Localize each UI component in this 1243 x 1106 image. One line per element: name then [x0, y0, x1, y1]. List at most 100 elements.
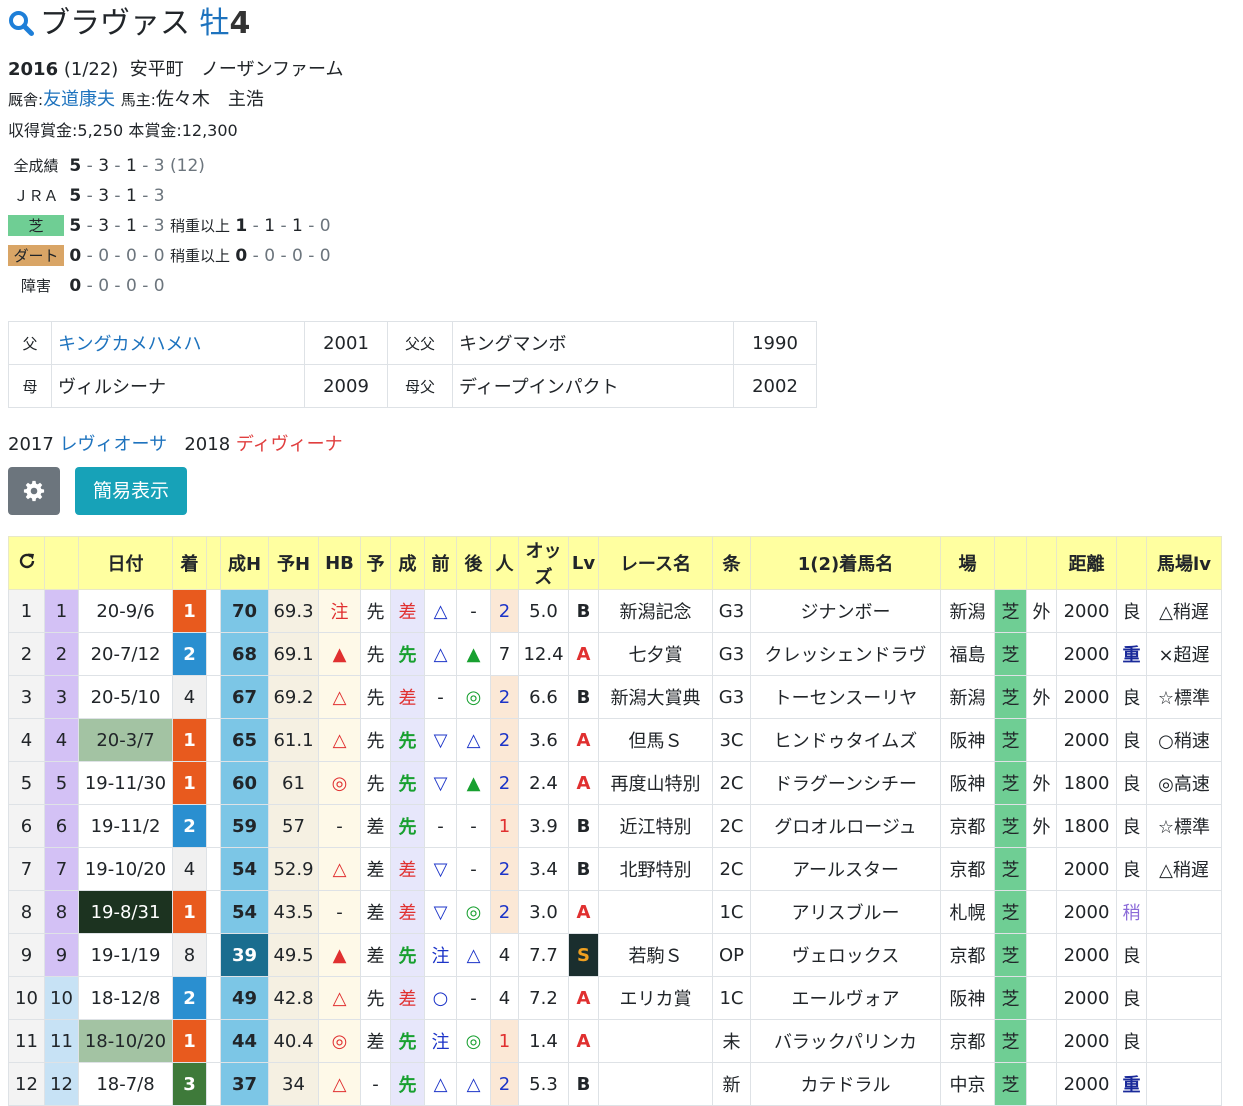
race-date[interactable]: 20-9/6 [78, 589, 173, 633]
predicted-rating: 52.9 [268, 847, 319, 891]
race-date[interactable]: 19-8/31 [78, 890, 173, 934]
col-header-hb[interactable]: HB [318, 536, 361, 590]
track-condition: 良 [1116, 761, 1147, 805]
col-header-date[interactable]: 日付 [78, 536, 173, 590]
table-row[interactable]: 12 12 18-7/8 3 37 34 △ - 先 △ △ 2 5.3 B 新カテドラル 中京芝 2000 重 [8, 1062, 1222, 1106]
finish-rank: 1 [172, 890, 207, 934]
sire-link[interactable]: キングカメハメハ [51, 321, 305, 365]
back-mark: - [456, 589, 491, 633]
surface: 芝 [994, 761, 1027, 805]
race-name[interactable] [598, 890, 713, 934]
table-row[interactable]: 10 10 18-12/8 2 49 42.8 △ 先差 ○ -4 7.2 A エリカ賞 1C エールヴォア… [8, 976, 1222, 1020]
col-header-sei[interactable]: 成 [390, 536, 425, 590]
refresh-header[interactable] [8, 536, 45, 590]
race-level: A [568, 718, 599, 762]
winner-name[interactable]: アールスター [750, 847, 941, 891]
race-date[interactable]: 19-11/2 [78, 804, 173, 848]
winner-name[interactable]: バラックパリンカ [750, 1019, 941, 1063]
race-date[interactable]: 19-10/20 [78, 847, 173, 891]
col-header-track-lv[interactable]: 馬場lv [1146, 536, 1222, 590]
front-mark: △ [424, 1062, 457, 1106]
actual-style: 先 [390, 1062, 425, 1106]
col-header-rank[interactable]: 着 [172, 536, 207, 590]
winner-name[interactable]: ヒンドゥタイムズ [750, 718, 941, 762]
race-date[interactable]: 18-7/8 [78, 1062, 173, 1106]
col-header-odds[interactable]: オッズ [518, 536, 569, 590]
offspring-link[interactable]: ディヴィーナ [236, 434, 343, 455]
race-name[interactable]: 新潟大賞典 [598, 675, 713, 719]
front-mark: △ [424, 632, 457, 676]
winner-name[interactable]: カテドラル [750, 1062, 941, 1106]
table-row[interactable]: 2 2 20-7/12 2 68 69.1 ▲ 先先 △ ▲ 7 12.4 A 七夕賞 G3 クレッシェンドラ… [8, 632, 1222, 676]
col-header-winner[interactable]: 1(2)着馬名 [750, 536, 941, 590]
col-header-ato[interactable]: 後 [456, 536, 491, 590]
racecourse: 阪神 [940, 718, 995, 762]
race-name[interactable] [598, 1019, 713, 1063]
race-name[interactable]: 北野特別 [598, 847, 713, 891]
table-row[interactable]: 9 9 19-1/19 8 39 49.5 ▲ 差先注 △ 4 7.7 S 若駒Ｓ OP ヴェロックス 京都芝… [8, 933, 1222, 977]
table-row[interactable]: 5 5 19-11/30 1 60 61 ◎ 先先 ▽ ▲ 2 2.4 A 再度山特別 2C ドラグーンシチー… [8, 761, 1222, 805]
trainer-link[interactable]: 友道康夫 [43, 89, 115, 110]
col-header-mae[interactable]: 前 [424, 536, 457, 590]
winner-name[interactable]: エールヴォア [750, 976, 941, 1020]
race-name[interactable]: 新潟記念 [598, 589, 713, 633]
race-date[interactable]: 18-12/8 [78, 976, 173, 1020]
col-header-seiH[interactable]: 成H [220, 536, 269, 590]
table-row[interactable]: 11 11 18-10/20 1 44 40.4 ◎ 差先注 ◎ 1 1.4 A 未バラックパリンカ 京都… [8, 1019, 1222, 1063]
finish-rank: 8 [172, 933, 207, 977]
table-row[interactable]: 7 7 19-10/20 4 54 52.9 △ 差差 ▽ -2 3.4 B 北野特別 2C アールスター京… [8, 847, 1222, 891]
front-mark: ▽ [424, 718, 457, 762]
race-date[interactable]: 19-1/19 [78, 933, 173, 977]
col-header-lv[interactable]: Lv [568, 536, 599, 590]
dam-sire: ディープインパクト [452, 364, 734, 408]
table-row[interactable]: 6 6 19-11/2 2 59 57- 差先 - -1 3.9 B 近江特別 2C グロオルロージュ 京都… [8, 804, 1222, 848]
race-date[interactable]: 20-7/12 [78, 632, 173, 676]
winner-name[interactable]: トーセンスーリヤ [750, 675, 941, 719]
race-date[interactable]: 19-11/30 [78, 761, 173, 805]
winner-name[interactable]: ヴェロックス [750, 933, 941, 977]
refresh-icon[interactable] [17, 551, 37, 571]
race-name[interactable] [598, 1062, 713, 1106]
col-header[interactable] [44, 536, 79, 590]
col-header-course[interactable]: 場 [940, 536, 995, 590]
race-level: B [568, 589, 599, 633]
winner-name[interactable]: グロオルロージュ [750, 804, 941, 848]
simple-view-button[interactable]: 簡易表示 [75, 467, 187, 515]
race-name[interactable]: 若駒Ｓ [598, 933, 713, 977]
col-header-race[interactable]: レース名 [598, 536, 713, 590]
col-header-yoH[interactable]: 予H [268, 536, 319, 590]
predicted-style: 先 [360, 976, 391, 1020]
settings-button[interactable] [8, 467, 60, 515]
col-header-yo[interactable]: 予 [360, 536, 391, 590]
winner-name[interactable]: ジナンボー [750, 589, 941, 633]
race-name[interactable]: 再度山特別 [598, 761, 713, 805]
row-number: 9 [8, 933, 45, 977]
table-row[interactable]: 3 3 20-5/10 4 67 69.2 △ 先差 - ◎ 2 6.6 B 新潟大賞典 G3 トーセンスーリ… [8, 675, 1222, 719]
dam-name: ヴィルシーナ [51, 364, 305, 408]
race-date[interactable]: 18-10/20 [78, 1019, 173, 1063]
table-row[interactable]: 4 4 20-3/7 1 65 61.1 △ 先先 ▽ △ 2 3.6 A 但馬Ｓ 3C ヒンドゥタイムズ 阪神… [8, 718, 1222, 762]
race-name[interactable]: 七夕賞 [598, 632, 713, 676]
table-row[interactable]: 8 8 19-8/31 1 54 43.5- 差差 ▽ ◎ 2 3.0 A 1C アリスブルー 札幌芝 200… [8, 890, 1222, 934]
col-header-class[interactable]: 条 [712, 536, 751, 590]
back-mark: ◎ [456, 890, 491, 934]
popularity: 2 [490, 761, 519, 805]
race-date[interactable]: 20-3/7 [78, 718, 173, 762]
race-name[interactable]: エリカ賞 [598, 976, 713, 1020]
odds: 3.9 [518, 804, 569, 848]
table-row[interactable]: 1 1 20-9/6 1 70 69.3 注先差 △ -2 5.0 B 新潟記念 G3 ジナンボー 新潟芝外… [8, 589, 1222, 633]
col-header-distance[interactable]: 距離 [1056, 536, 1117, 590]
race-date[interactable]: 20-5/10 [78, 675, 173, 719]
winner-name[interactable]: クレッシェンドラヴ [750, 632, 941, 676]
row-number: 4 [8, 718, 45, 762]
actual-style: 差 [390, 890, 425, 934]
winner-name[interactable]: アリスブルー [750, 890, 941, 934]
offspring-link[interactable]: レヴィオーサ [60, 434, 168, 455]
finish-rank: 3 [172, 1062, 207, 1106]
search-icon[interactable] [8, 10, 34, 36]
race-name[interactable]: 但馬Ｓ [598, 718, 713, 762]
winner-name[interactable]: ドラグーンシチー [750, 761, 941, 805]
distance: 2000 [1056, 632, 1117, 676]
race-name[interactable]: 近江特別 [598, 804, 713, 848]
col-header-pop[interactable]: 人 [490, 536, 519, 590]
